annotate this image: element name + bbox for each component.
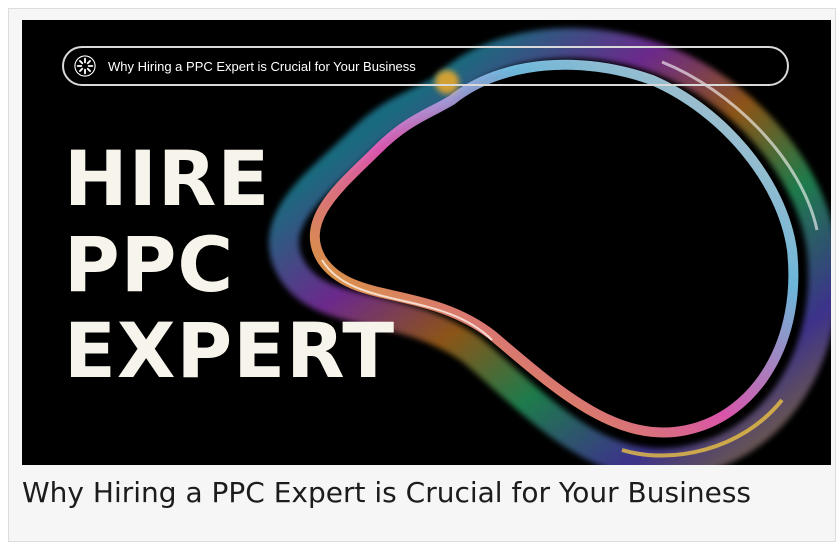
featured-image[interactable]: Why Hiring a PPC Expert is Crucial for Y… [22, 20, 831, 465]
headline-line-3: EXPERT [64, 306, 396, 395]
post-title-link[interactable]: Why Hiring a PPC Expert is Crucial for Y… [22, 476, 751, 509]
title-pill: Why Hiring a PPC Expert is Crucial for Y… [62, 46, 789, 86]
pill-title-text: Why Hiring a PPC Expert is Crucial for Y… [108, 58, 416, 74]
headline-line-1: HIRE [64, 134, 271, 223]
sparkle-logo-icon [74, 55, 96, 77]
banner-headline: HIRE PPC EXPERT [64, 136, 395, 394]
post-card[interactable]: Why Hiring a PPC Expert is Crucial for Y… [8, 8, 836, 542]
headline-line-2: PPC [64, 220, 235, 309]
